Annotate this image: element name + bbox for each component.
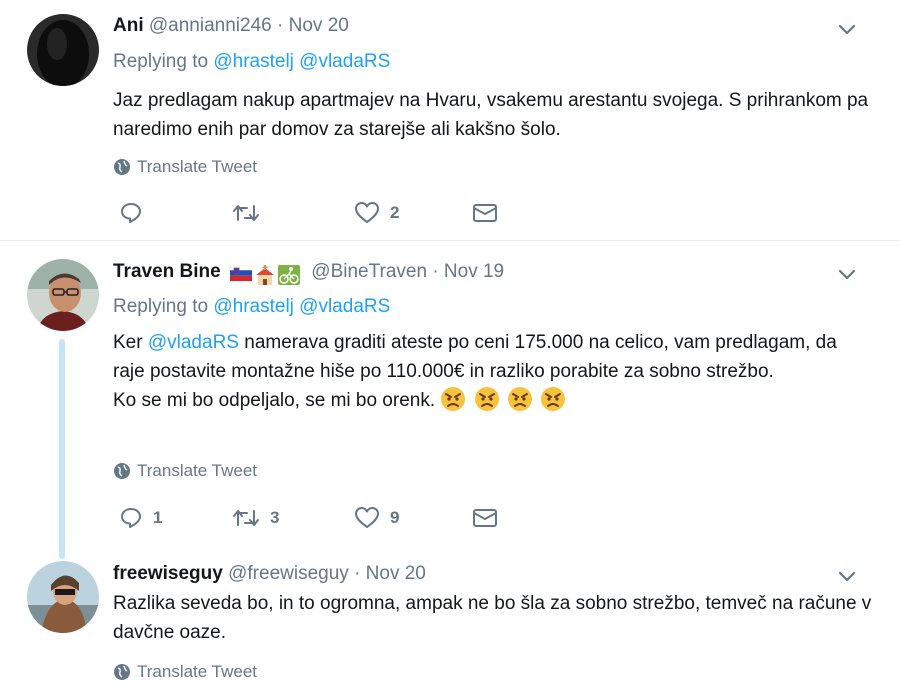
tweet-freewiseguy[interactable]: freewiseguy @freewiseguy · Nov 20 Razlik… bbox=[0, 551, 900, 699]
reply-button[interactable] bbox=[119, 201, 143, 225]
mention-link[interactable]: @vladaRS bbox=[299, 296, 390, 317]
translate-tweet[interactable]: Translate Tweet bbox=[113, 461, 257, 481]
text-segment: Ker bbox=[113, 332, 148, 353]
retweet-button[interactable]: 3 bbox=[232, 506, 279, 530]
heart-icon bbox=[355, 507, 379, 528]
tweet-date[interactable]: Nov 20 bbox=[366, 563, 426, 584]
like-button[interactable]: 9 bbox=[354, 506, 399, 530]
avatar[interactable] bbox=[27, 561, 99, 633]
tweet-traven-bine[interactable]: Traven Bine @BineTraven · Nov 19 Replyin… bbox=[0, 241, 900, 559]
reply-icon bbox=[121, 203, 141, 223]
church-icon bbox=[256, 265, 274, 285]
translate-label: Translate Tweet bbox=[137, 461, 258, 480]
avatar[interactable] bbox=[27, 259, 99, 331]
separator-dot: · bbox=[277, 15, 284, 36]
retweet-icon bbox=[233, 510, 259, 526]
tweet-header: Traven Bine @BineTraven · Nov 19 bbox=[113, 261, 504, 285]
slovenia-flag-icon bbox=[230, 265, 252, 281]
replying-label: Replying to bbox=[113, 51, 209, 72]
retweet-button[interactable] bbox=[232, 201, 260, 225]
avatar[interactable] bbox=[27, 14, 99, 86]
thread-line bbox=[59, 339, 65, 559]
like-button[interactable]: 2 bbox=[354, 201, 399, 225]
globe-icon bbox=[114, 159, 130, 175]
tweet-text: Jaz predlagam nakup apartmajev na Hvaru,… bbox=[113, 90, 869, 140]
chevron-down-icon[interactable] bbox=[836, 565, 858, 587]
dm-button[interactable] bbox=[472, 201, 498, 225]
tweet-header: Ani @annianni246 · Nov 20 bbox=[113, 15, 349, 37]
mention-link[interactable]: @hrastelj bbox=[213, 296, 294, 317]
tweet-text: Ker @vladaRS namerava graditi ateste po … bbox=[113, 328, 873, 415]
separator-dot: · bbox=[354, 563, 361, 584]
heart-icon bbox=[355, 202, 379, 223]
display-name[interactable]: Traven Bine bbox=[113, 261, 221, 282]
cyclist-icon bbox=[278, 265, 300, 285]
retweet-icon bbox=[233, 205, 259, 221]
replying-to: Replying to @hrastelj @vladaRS bbox=[113, 296, 390, 318]
globe-icon bbox=[114, 463, 130, 479]
tweet-text: Razlika seveda bo, in to ogromna, ampak … bbox=[113, 593, 872, 643]
chevron-down-icon[interactable] bbox=[836, 263, 858, 285]
like-count: 2 bbox=[390, 203, 400, 222]
angry-face-icon bbox=[441, 387, 466, 411]
angry-face-icon bbox=[474, 387, 499, 411]
angry-face-icon bbox=[507, 387, 532, 411]
reply-button[interactable]: 1 bbox=[119, 506, 162, 530]
translate-label: Translate Tweet bbox=[137, 662, 258, 681]
translate-label: Translate Tweet bbox=[137, 157, 258, 176]
translate-tweet[interactable]: Translate Tweet bbox=[113, 662, 257, 682]
tweet-actions: 1 3 9 bbox=[113, 506, 533, 536]
globe-icon bbox=[114, 664, 130, 680]
chevron-down-icon[interactable] bbox=[836, 18, 858, 40]
tweet-date[interactable]: Nov 19 bbox=[444, 261, 504, 282]
display-name[interactable]: freewiseguy bbox=[113, 563, 223, 584]
replying-label: Replying to bbox=[113, 296, 209, 317]
retweet-count: 3 bbox=[270, 508, 280, 527]
user-handle[interactable]: @freewiseguy bbox=[228, 563, 349, 584]
tweet-ani[interactable]: Ani @annianni246 · Nov 20 Replying to @h… bbox=[0, 0, 900, 240]
user-handle[interactable]: @annianni246 bbox=[149, 15, 272, 36]
mention-link[interactable]: @vladaRS bbox=[148, 332, 239, 353]
replying-to: Replying to @hrastelj @vladaRS bbox=[113, 51, 390, 73]
reply-icon bbox=[121, 508, 141, 528]
translate-tweet[interactable]: Translate Tweet bbox=[113, 157, 257, 177]
envelope-icon bbox=[473, 509, 497, 527]
reply-count: 1 bbox=[153, 508, 163, 527]
mention-link[interactable]: @hrastelj bbox=[213, 51, 294, 72]
text-segment: Ko se mi bo odpeljalo, se mi bo orenk. bbox=[113, 390, 436, 411]
name-emojis bbox=[230, 265, 300, 285]
angry-face-icon bbox=[541, 387, 566, 411]
tweet-header: freewiseguy @freewiseguy · Nov 20 bbox=[113, 563, 426, 585]
like-count: 9 bbox=[390, 508, 400, 527]
mention-link[interactable]: @vladaRS bbox=[299, 51, 390, 72]
user-handle[interactable]: @BineTraven bbox=[311, 261, 427, 282]
angry-emojis bbox=[435, 387, 568, 411]
envelope-icon bbox=[473, 204, 497, 222]
tweet-date[interactable]: Nov 20 bbox=[289, 15, 349, 36]
tweet-actions: 2 bbox=[113, 201, 533, 231]
separator-dot: · bbox=[432, 261, 439, 282]
display-name[interactable]: Ani bbox=[113, 15, 144, 36]
dm-button[interactable] bbox=[472, 506, 498, 530]
